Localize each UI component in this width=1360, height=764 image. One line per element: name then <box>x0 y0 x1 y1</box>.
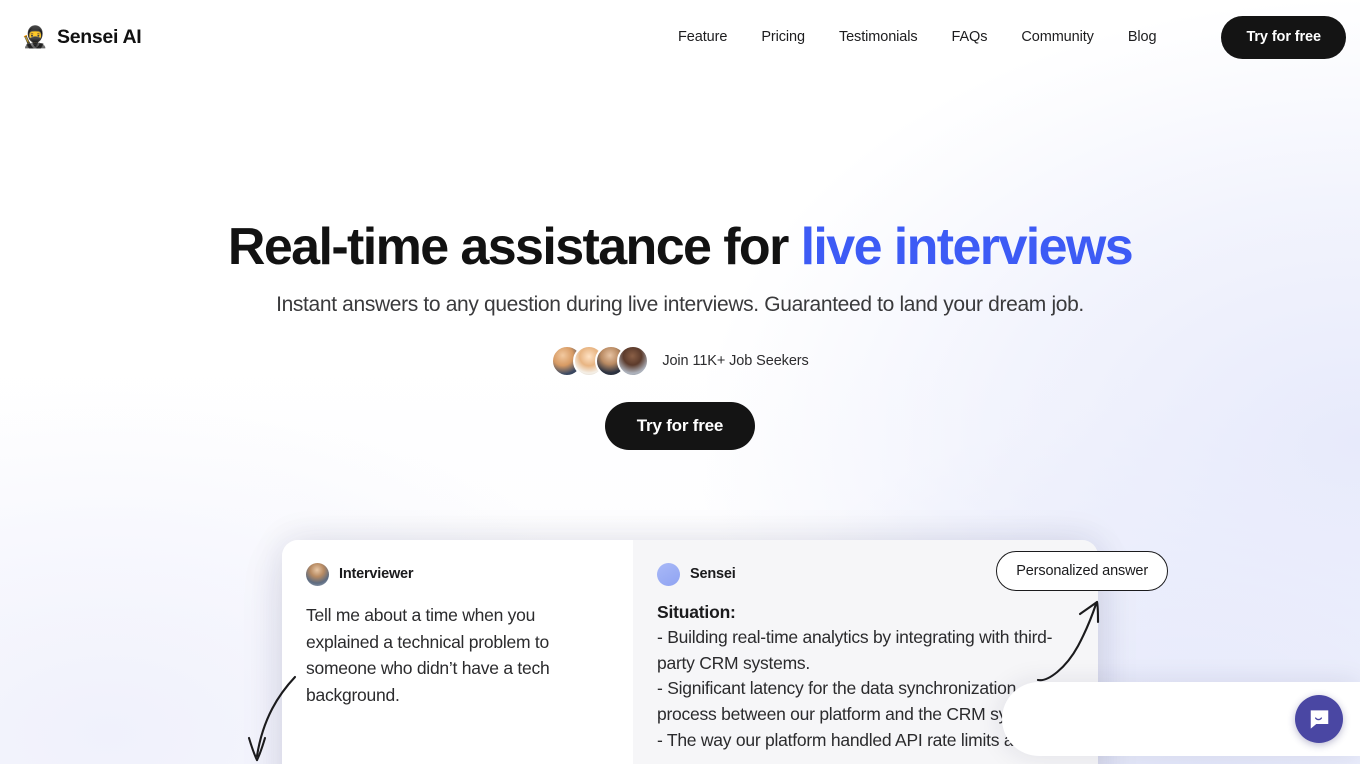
interviewer-question: Tell me about a time when you explained … <box>306 605 550 705</box>
nav-link-faqs[interactable]: FAQs <box>935 21 1005 53</box>
social-proof: Join 11K+ Job Seekers <box>0 345 1360 378</box>
avatar <box>617 345 650 378</box>
ninja-emoji-icon: 🥷 <box>21 25 49 49</box>
nav-link-blog[interactable]: Blog <box>1111 21 1174 53</box>
header-try-for-free-button[interactable]: Try for free <box>1221 15 1346 59</box>
sensei-avatar-icon <box>657 562 680 586</box>
social-proof-label: Join 11K+ Job Seekers <box>662 353 809 370</box>
avatar-stack <box>551 345 650 378</box>
sensei-answer-heading: Situation: <box>657 602 736 622</box>
interviewer-speaker-label: Interviewer <box>339 566 414 582</box>
brand-logo[interactable]: 🥷 Sensei AI <box>21 24 142 50</box>
chat-widget <box>1002 682 1360 756</box>
page-title: Real-time assistance for live interviews <box>0 218 1360 276</box>
brand-name: Sensei AI <box>57 25 142 48</box>
main-nav: Feature Pricing Testimonials FAQs Commun… <box>661 21 1173 53</box>
interviewer-pane: Interviewer Tell me about a time when yo… <box>282 540 633 764</box>
interviewer-header: Interviewer <box>306 562 607 586</box>
sensei-speaker-label: Sensei <box>690 566 736 582</box>
nav-link-community[interactable]: Community <box>1004 21 1110 53</box>
personalized-answer-badge: Personalized answer <box>996 551 1168 591</box>
nav-link-feature[interactable]: Feature <box>661 21 744 53</box>
site-header: 🥷 Sensei AI Feature Pricing Testimonials… <box>0 0 1360 74</box>
chat-demo-panel: Interviewer Tell me about a time when yo… <box>282 540 1098 764</box>
nav-link-testimonials[interactable]: Testimonials <box>822 21 935 53</box>
interviewer-avatar-icon <box>306 562 329 586</box>
hero-subtitle: Instant answers to any question during l… <box>276 293 1084 317</box>
sensei-answer-line: - Building real-time analytics by integr… <box>657 627 1053 673</box>
message-bubble-icon <box>1310 709 1328 729</box>
hero-title-accent: live interviews <box>800 218 1134 276</box>
chat-launcher-button[interactable] <box>1295 695 1343 743</box>
hero-try-for-free-button[interactable]: Try for free <box>604 402 756 451</box>
hero-title-lead: Real-time assistance for <box>227 218 801 276</box>
nav-link-pricing[interactable]: Pricing <box>744 21 822 53</box>
